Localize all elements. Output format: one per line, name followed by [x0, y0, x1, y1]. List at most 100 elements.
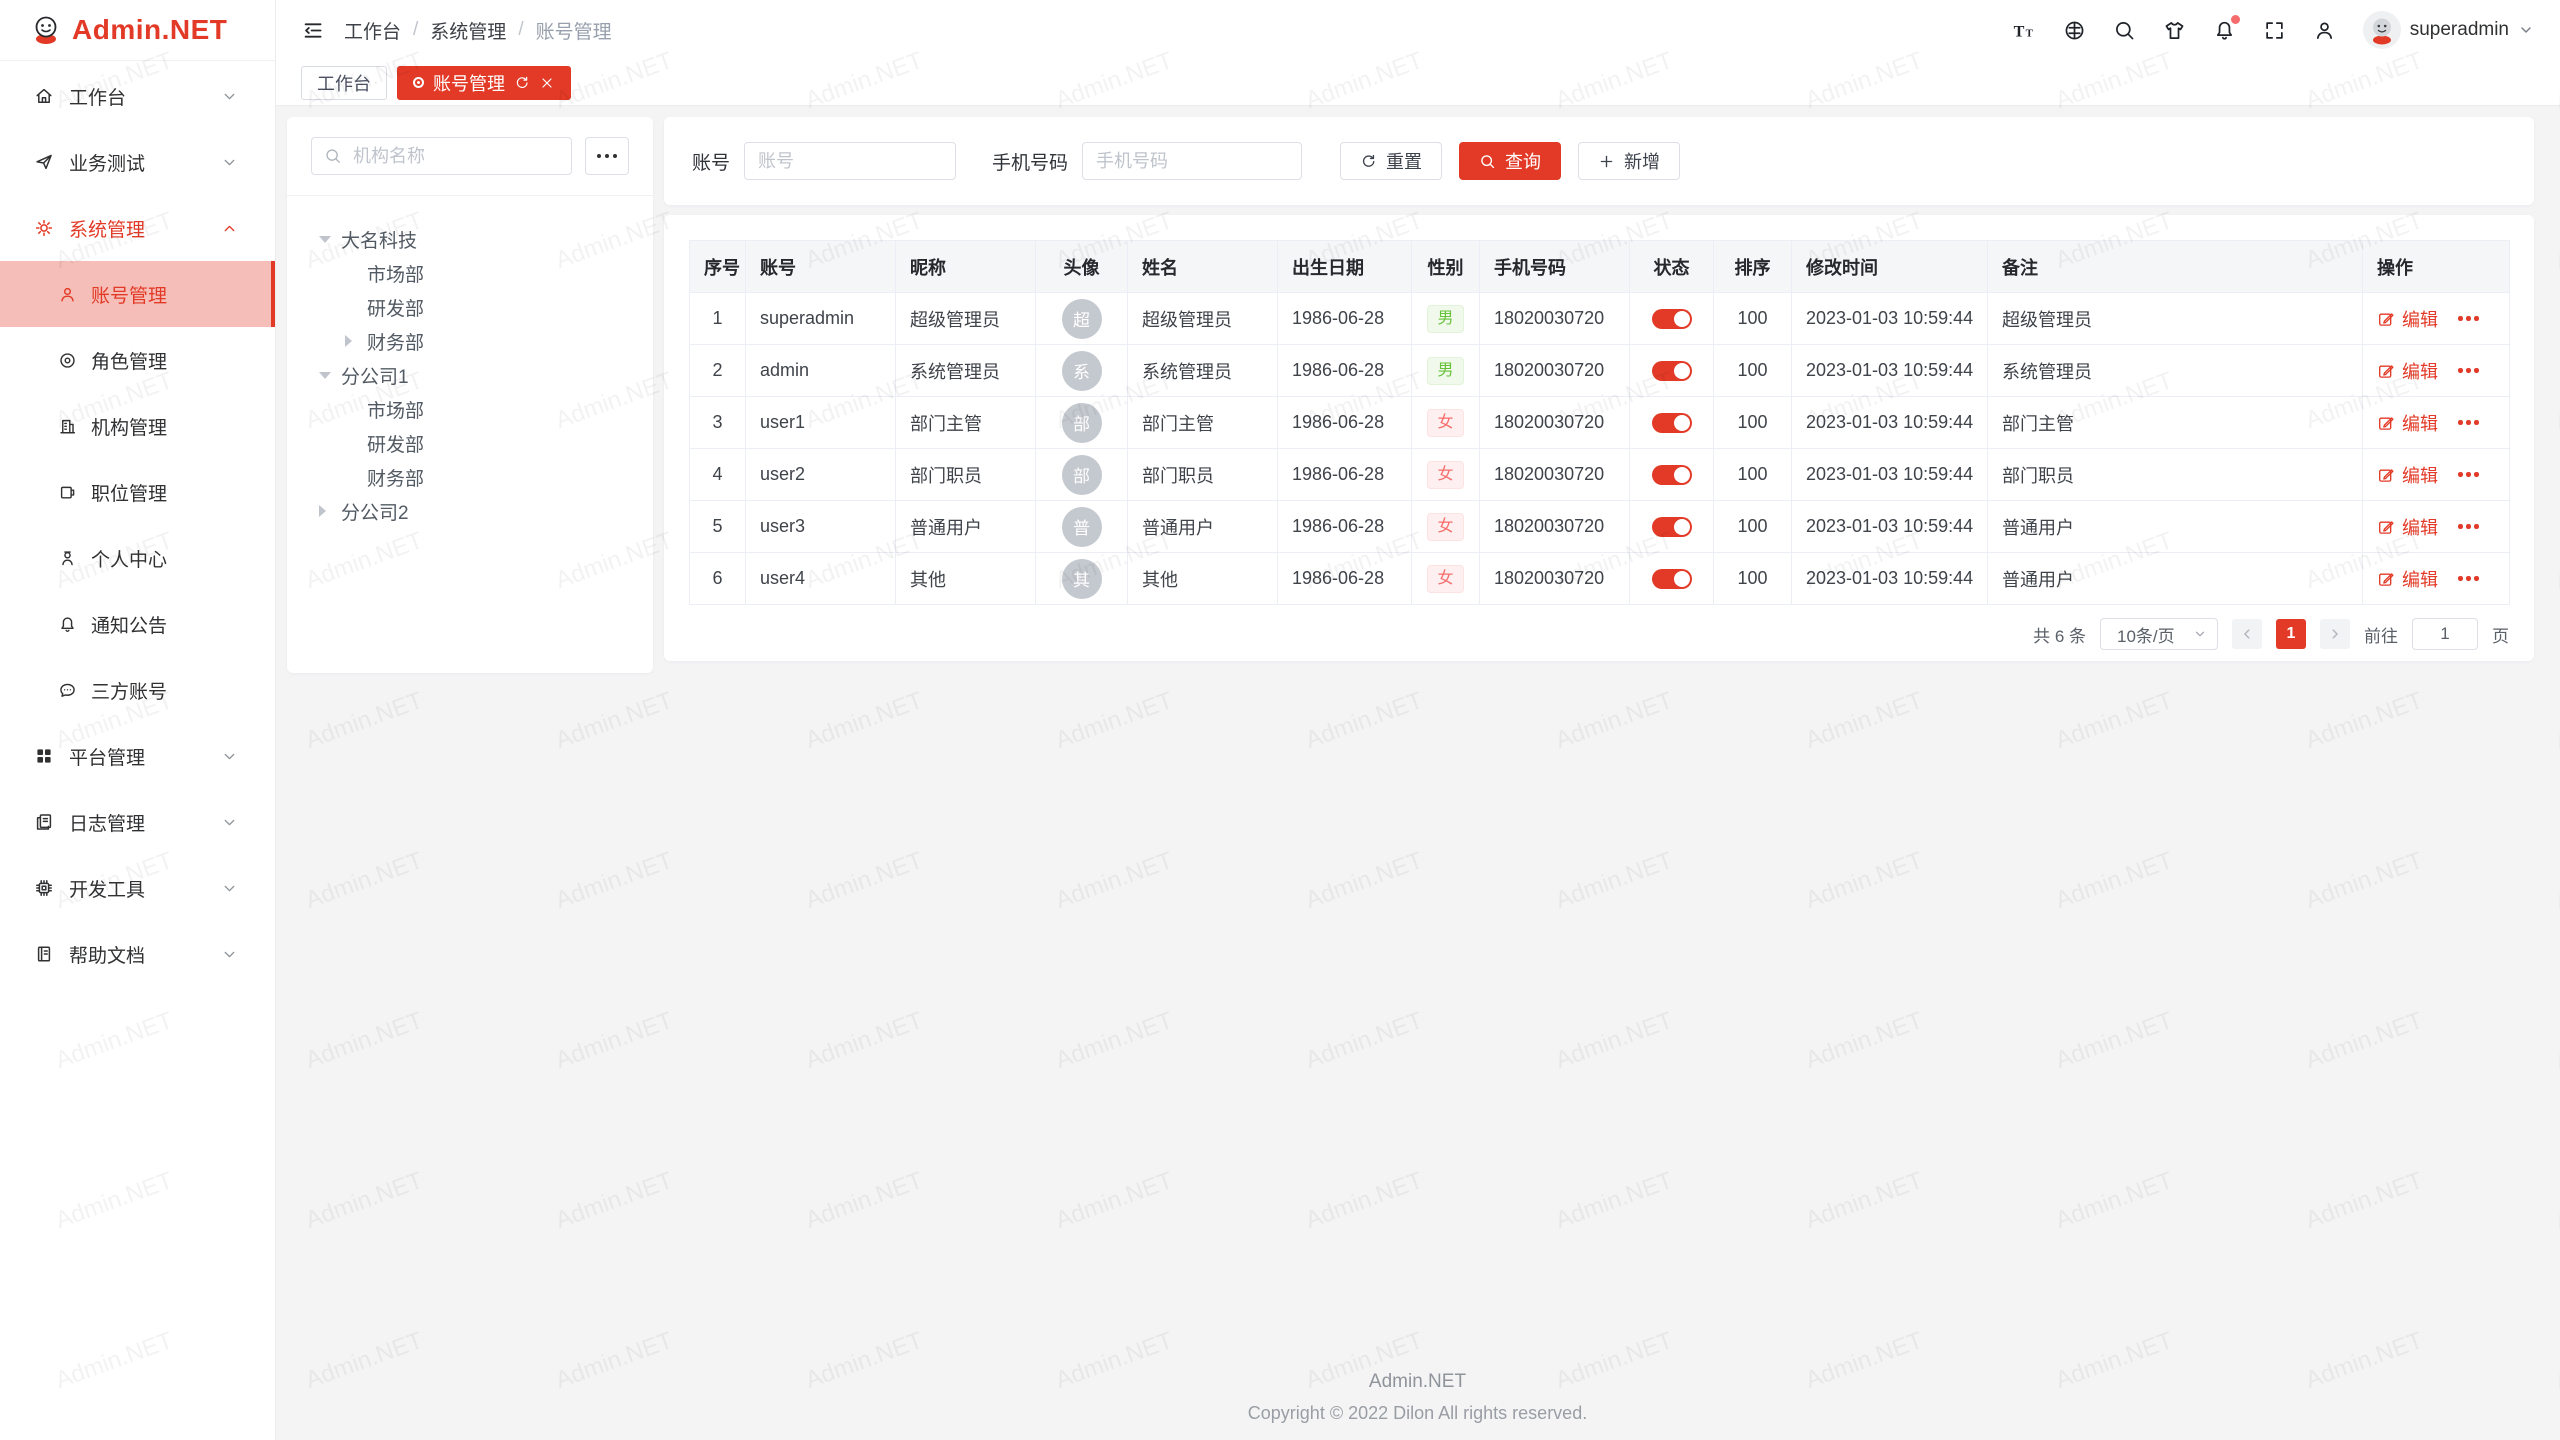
- notification-icon[interactable]: [2213, 19, 2236, 42]
- user-menu[interactable]: superadmin: [2363, 11, 2534, 49]
- caret-down-icon[interactable]: [319, 236, 341, 243]
- current-page[interactable]: 1: [2276, 619, 2306, 649]
- chevron-down-icon: [221, 814, 238, 831]
- cell-gender: 男: [1412, 345, 1480, 397]
- sidebar-item-role-manage[interactable]: 角色管理: [0, 327, 275, 393]
- tree-node[interactable]: 大名科技: [311, 222, 629, 256]
- status-toggle[interactable]: [1652, 517, 1692, 537]
- caret-right-icon[interactable]: [319, 505, 341, 517]
- tree-node[interactable]: 分公司1: [311, 358, 629, 392]
- cell-status: [1630, 501, 1714, 553]
- sidebar-item-notice[interactable]: 通知公告: [0, 591, 275, 657]
- page-size-select[interactable]: 10条/页: [2100, 618, 2218, 650]
- column-header: 操作: [2363, 241, 2510, 293]
- reset-button[interactable]: 重置: [1340, 142, 1442, 180]
- table-panel: 序号账号昵称头像姓名出生日期性别手机号码状态排序修改时间备注操作 1supera…: [664, 215, 2534, 661]
- content: 大名科技市场部研发部财务部分公司1市场部研发部财务部分公司2 账号 手机号码 重…: [275, 105, 2560, 1440]
- status-toggle[interactable]: [1652, 413, 1692, 433]
- org-more-button[interactable]: [585, 137, 629, 175]
- status-toggle[interactable]: [1652, 465, 1692, 485]
- status-toggle[interactable]: [1652, 361, 1692, 381]
- sidebar-item-system-manage[interactable]: 系统管理: [0, 195, 275, 261]
- user-icon[interactable]: [2313, 19, 2336, 42]
- cell-nickname: 超级管理员: [896, 293, 1036, 345]
- sidebar-item-dev-tools[interactable]: 开发工具: [0, 855, 275, 921]
- caret-down-icon[interactable]: [319, 372, 341, 379]
- tab-工作台[interactable]: 工作台: [301, 66, 387, 100]
- tree-node[interactable]: 分公司2: [311, 494, 629, 528]
- sidebar-item-org-manage[interactable]: 机构管理: [0, 393, 275, 459]
- breadcrumb-item[interactable]: 系统管理: [430, 17, 506, 44]
- edit-button[interactable]: 编辑: [2377, 462, 2438, 488]
- more-actions-button[interactable]: [2458, 576, 2479, 581]
- add-button[interactable]: 新增: [1578, 142, 1680, 180]
- sidebar-item-position-manage[interactable]: 职位管理: [0, 459, 275, 525]
- more-actions-button[interactable]: [2458, 368, 2479, 373]
- more-icon: [597, 154, 618, 159]
- account-input[interactable]: [744, 142, 956, 180]
- status-toggle[interactable]: [1652, 309, 1692, 329]
- prev-page-button[interactable]: [2232, 619, 2262, 649]
- collapse-sidebar-icon[interactable]: [301, 19, 324, 42]
- sidebar-item-account-manage[interactable]: 账号管理: [0, 261, 275, 327]
- sidebar-item-business-test[interactable]: 业务测试: [0, 129, 275, 195]
- next-page-button[interactable]: [2320, 619, 2350, 649]
- chip-icon: [34, 878, 54, 898]
- tree-node[interactable]: 财务部: [311, 460, 629, 494]
- language-icon[interactable]: [2063, 19, 2086, 42]
- tab-账号管理[interactable]: 账号管理: [397, 66, 571, 100]
- status-toggle[interactable]: [1652, 569, 1692, 589]
- sidebar-item-log-manage[interactable]: 日志管理: [0, 789, 275, 855]
- font-size-icon[interactable]: TT: [2013, 19, 2036, 42]
- search-icon[interactable]: [2113, 19, 2136, 42]
- tree-node[interactable]: 市场部: [311, 392, 629, 426]
- sidebar-item-label: 机构管理: [91, 413, 167, 440]
- edit-icon: [2377, 362, 2395, 380]
- svg-text:T: T: [2025, 27, 2033, 39]
- breadcrumb-item[interactable]: 工作台: [344, 17, 401, 44]
- sidebar-item-platform-manage[interactable]: 平台管理: [0, 723, 275, 789]
- org-search-input[interactable]: [351, 145, 559, 168]
- fullscreen-icon[interactable]: [2263, 19, 2286, 42]
- sidebar-menu: 工作台业务测试系统管理账号管理角色管理机构管理职位管理个人中心通知公告三方账号平…: [0, 61, 275, 987]
- goto-label: 前往: [2364, 622, 2398, 647]
- refresh-icon: [514, 75, 530, 91]
- building-icon: [58, 417, 77, 436]
- chevron-down-icon: [221, 946, 238, 963]
- cell-remark: 部门主管: [1988, 397, 2363, 449]
- tree-node[interactable]: 财务部: [311, 324, 629, 358]
- more-actions-button[interactable]: [2458, 316, 2479, 321]
- tree-node[interactable]: 研发部: [311, 426, 629, 460]
- edit-button[interactable]: 编辑: [2377, 566, 2438, 592]
- more-actions-button[interactable]: [2458, 472, 2479, 477]
- phone-input[interactable]: [1082, 142, 1302, 180]
- bell-icon: [58, 615, 77, 634]
- sidebar-item-profile-center[interactable]: 个人中心: [0, 525, 275, 591]
- more-actions-button[interactable]: [2458, 524, 2479, 529]
- footer-copyright: Copyright © 2022 Dilon All rights reserv…: [275, 1403, 2560, 1424]
- sidebar-item-label: 业务测试: [69, 149, 145, 176]
- brand-logo[interactable]: Admin.NET: [0, 0, 275, 61]
- username: superadmin: [2410, 19, 2509, 41]
- tree-node[interactable]: 市场部: [311, 256, 629, 290]
- column-header: 手机号码: [1480, 241, 1630, 293]
- tree-node[interactable]: 研发部: [311, 290, 629, 324]
- caret-right-icon[interactable]: [345, 335, 367, 347]
- more-actions-button[interactable]: [2458, 420, 2479, 425]
- sidebar-item-help-docs[interactable]: 帮助文档: [0, 921, 275, 987]
- edit-button[interactable]: 编辑: [2377, 306, 2438, 332]
- edit-button[interactable]: 编辑: [2377, 410, 2438, 436]
- query-button[interactable]: 查询: [1459, 142, 1561, 180]
- goto-page-input[interactable]: [2412, 618, 2478, 650]
- sidebar-item-workbench[interactable]: 工作台: [0, 63, 275, 129]
- sidebar-item-third-account[interactable]: 三方账号: [0, 657, 275, 723]
- edit-button[interactable]: 编辑: [2377, 514, 2438, 540]
- cell-status: [1630, 293, 1714, 345]
- table-row: 5user3普通用户普普通用户1986-06-28女18020030720100…: [690, 501, 2510, 553]
- edit-button[interactable]: 编辑: [2377, 358, 2438, 384]
- send-icon: [34, 152, 54, 172]
- edit-icon: [2377, 518, 2395, 536]
- sidebar-item-label: 三方账号: [91, 677, 167, 704]
- theme-icon[interactable]: [2163, 19, 2186, 42]
- column-header: 序号: [690, 241, 746, 293]
